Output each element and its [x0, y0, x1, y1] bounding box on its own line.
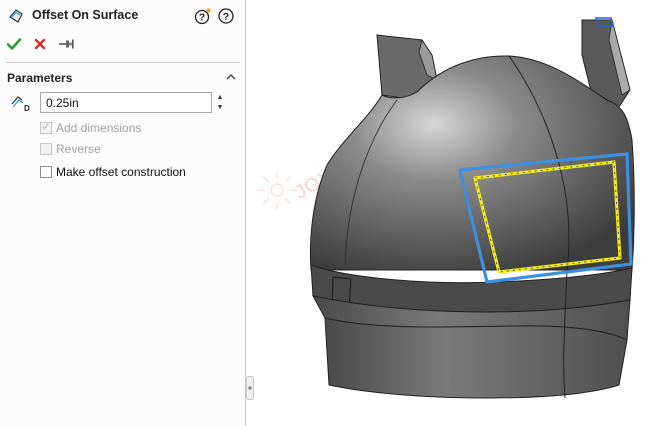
divider — [6, 62, 240, 63]
make-offset-construction-option: Make offset construction — [40, 164, 186, 180]
property-manager-header: Offset On Surface ? ? — [0, 0, 246, 32]
reverse-checkbox[interactable] — [40, 143, 52, 155]
graphics-viewport[interactable]: JOYSIN 卓盈信息 sw-joysin — [247, 0, 670, 426]
parameters-title: Parameters — [7, 71, 73, 85]
spin-down-icon[interactable]: ▼ — [213, 102, 227, 112]
add-dimensions-checkbox[interactable]: ✓ — [40, 122, 52, 134]
confirm-toolbar — [0, 32, 246, 56]
parameters-section-header[interactable]: Parameters — [0, 68, 246, 86]
offset-distance-spinner[interactable]: ▲ ▼ — [213, 92, 227, 113]
spin-up-icon[interactable]: ▲ — [213, 92, 227, 102]
property-manager: Offset On Surface ? ? Parameters D 0.25i… — [0, 0, 246, 426]
chevron-up-icon[interactable] — [224, 70, 238, 84]
pushpin-icon[interactable] — [57, 35, 75, 53]
svg-text:?: ? — [223, 11, 229, 23]
distance-icon: D — [11, 96, 30, 113]
help-icon[interactable]: ? — [217, 7, 235, 25]
add-dimensions-label: Add dimensions — [56, 121, 142, 135]
make-offset-construction-label: Make offset construction — [56, 165, 186, 179]
reverse-label: Reverse — [56, 142, 101, 156]
reverse-option: Reverse — [40, 141, 101, 157]
3d-model — [309, 17, 635, 399]
offset-on-surface-icon — [9, 9, 23, 23]
svg-text:?: ? — [199, 13, 205, 24]
offset-distance-field[interactable] — [40, 92, 212, 113]
check-icon[interactable] — [5, 35, 23, 53]
make-offset-construction-checkbox[interactable] — [40, 166, 52, 178]
feature-title: Offset On Surface — [32, 8, 139, 22]
svg-text:D: D — [24, 104, 30, 113]
help-with-sparkle-icon[interactable]: ? — [194, 7, 212, 25]
close-icon[interactable] — [31, 35, 49, 53]
add-dimensions-option: ✓ Add dimensions — [40, 120, 141, 136]
